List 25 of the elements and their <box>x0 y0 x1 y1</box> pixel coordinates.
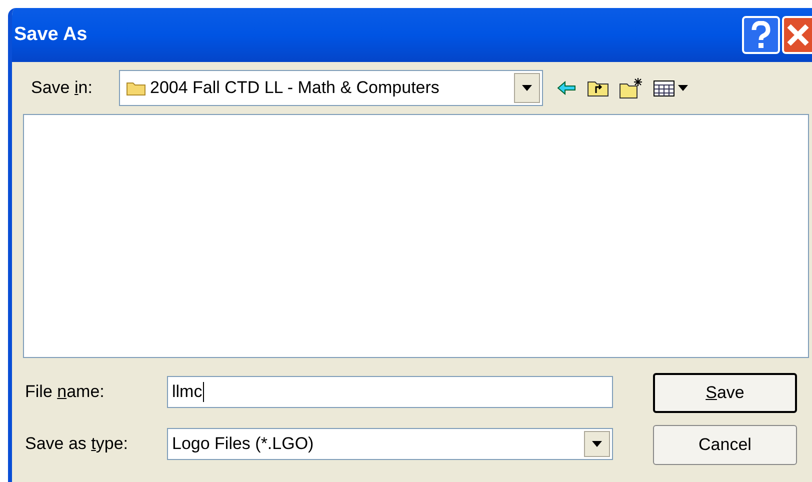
folder-name: 2004 Fall CTD LL - Math & Computers <box>150 77 440 100</box>
new-folder-icon[interactable] <box>619 77 643 99</box>
help-button[interactable] <box>742 16 780 54</box>
dialog-button[interactable]: Save <box>653 373 797 413</box>
save-as-type-label: Save as type: <box>25 433 130 456</box>
file-type-value: Logo Files (*.LGO) <box>172 433 315 456</box>
file-name-label: File name: <box>25 381 106 404</box>
file-name-field[interactable]: llmc <box>167 376 613 408</box>
save-in-label: Save in: <box>31 77 94 100</box>
save-in-dropdown[interactable]: 2004 Fall CTD LL - Math & Computers <box>119 70 543 106</box>
close-button[interactable] <box>782 16 812 54</box>
folder-up-icon[interactable] <box>587 79 609 97</box>
caret-icon <box>592 441 602 447</box>
dropdown-button[interactable] <box>584 431 610 457</box>
close-icon <box>786 23 810 47</box>
save-as-type-dropdown[interactable]: Logo Files (*.LGO) <box>167 428 613 460</box>
window-title: Save As <box>14 22 88 47</box>
help-icon <box>750 21 772 49</box>
dropdown-button[interactable] <box>514 73 540 103</box>
caret-icon <box>522 85 532 91</box>
back-arrow-icon[interactable] <box>557 81 577 95</box>
folder-icon <box>126 80 146 96</box>
file-name-value: llmc <box>172 382 204 402</box>
view-menu-icon[interactable] <box>653 79 689 97</box>
dialog-button[interactable]: Cancel <box>653 425 797 465</box>
